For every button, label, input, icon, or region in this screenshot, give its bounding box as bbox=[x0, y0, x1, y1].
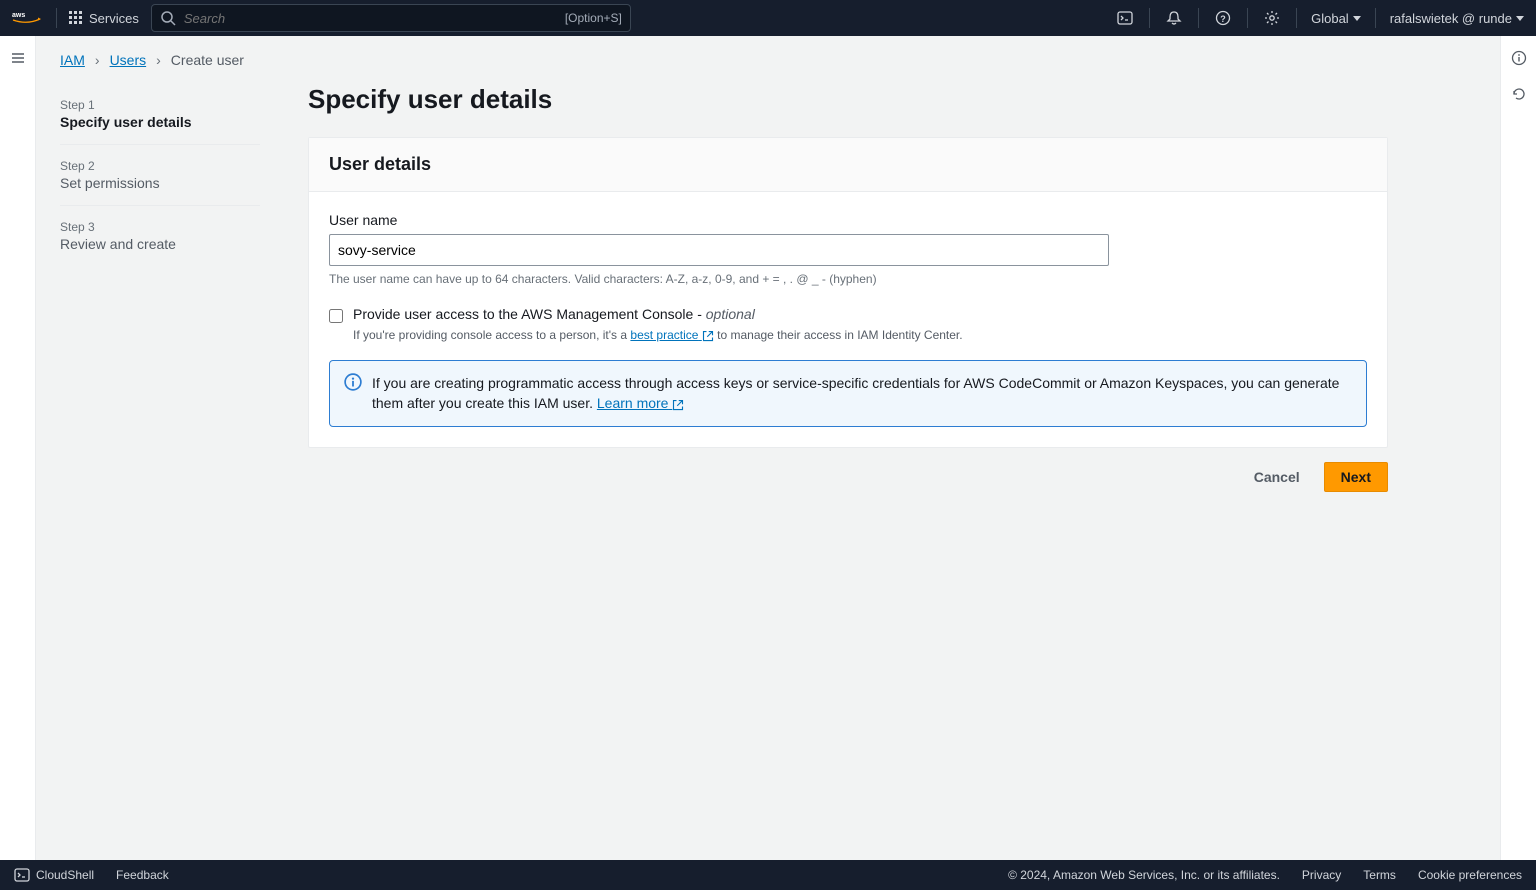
hamburger-icon[interactable] bbox=[8, 48, 28, 68]
svg-text:aws: aws bbox=[12, 12, 25, 19]
external-link-icon bbox=[672, 399, 684, 411]
console-access-label: Provide user access to the AWS Managemen… bbox=[353, 306, 755, 322]
info-text: If you are creating programmatic access … bbox=[372, 373, 1352, 414]
action-row: Cancel Next bbox=[308, 462, 1388, 492]
wizard-steps: Step 1 Specify user details Step 2 Set p… bbox=[60, 84, 260, 492]
privacy-link[interactable]: Privacy bbox=[1302, 868, 1341, 882]
step-label: Step 3 bbox=[60, 220, 260, 234]
step-label: Step 2 bbox=[60, 159, 260, 173]
step-title: Review and create bbox=[60, 236, 260, 252]
cloudshell-label: CloudShell bbox=[36, 868, 94, 882]
wizard-step-3[interactable]: Step 3 Review and create bbox=[60, 206, 260, 266]
svg-text:?: ? bbox=[1220, 14, 1226, 24]
step-label: Step 1 bbox=[60, 98, 260, 112]
divider bbox=[1198, 8, 1199, 28]
page: Specify user details User details User n… bbox=[308, 84, 1388, 492]
username-hint: The user name can have up to 64 characte… bbox=[329, 272, 1367, 286]
external-link-icon bbox=[702, 330, 714, 342]
account-label: rafalswietek @ runde bbox=[1390, 11, 1512, 26]
step-title: Set permissions bbox=[60, 175, 260, 191]
best-practice-link[interactable]: best practice bbox=[630, 328, 713, 342]
step-title: Specify user details bbox=[60, 114, 260, 130]
cloudshell-icon bbox=[14, 867, 30, 883]
cookie-prefs-link[interactable]: Cookie preferences bbox=[1418, 868, 1522, 882]
divider bbox=[1247, 8, 1248, 28]
refresh-icon[interactable] bbox=[1509, 84, 1529, 104]
top-navigation: aws Services [Option+S] ? Global rafalsw… bbox=[0, 0, 1536, 36]
cloudshell-icon[interactable] bbox=[1115, 8, 1135, 28]
services-menu-button[interactable]: Services bbox=[69, 11, 139, 26]
help-icon[interactable]: ? bbox=[1213, 8, 1233, 28]
caret-down-icon bbox=[1516, 16, 1524, 21]
breadcrumb: IAM › Users › Create user bbox=[60, 52, 1476, 68]
main-content: IAM › Users › Create user Step 1 Specify… bbox=[36, 36, 1500, 860]
user-details-panel: User details User name The user name can… bbox=[308, 137, 1388, 448]
services-label: Services bbox=[89, 11, 139, 26]
info-text-prefix: If you are creating programmatic access … bbox=[372, 375, 1339, 411]
hint-suffix: to manage their access in IAM Identity C… bbox=[714, 328, 963, 342]
info-box: If you are creating programmatic access … bbox=[329, 360, 1367, 427]
region-selector[interactable]: Global bbox=[1311, 11, 1361, 26]
breadcrumb-parent[interactable]: Users bbox=[110, 52, 147, 68]
settings-icon[interactable] bbox=[1262, 8, 1282, 28]
console-access-checkbox[interactable] bbox=[329, 309, 343, 323]
feedback-link[interactable]: Feedback bbox=[116, 868, 169, 882]
breadcrumb-root[interactable]: IAM bbox=[60, 52, 85, 68]
hint-prefix: If you're providing console access to a … bbox=[353, 328, 630, 342]
right-rail bbox=[1500, 36, 1536, 860]
username-label: User name bbox=[329, 212, 1367, 228]
panel-body: User name The user name can have up to 6… bbox=[309, 192, 1387, 447]
aws-logo[interactable]: aws bbox=[12, 9, 44, 27]
panel-title: User details bbox=[329, 154, 1367, 175]
footer-right: © 2024, Amazon Web Services, Inc. or its… bbox=[1008, 868, 1522, 882]
divider bbox=[1149, 8, 1150, 28]
wizard-step-2[interactable]: Step 2 Set permissions bbox=[60, 145, 260, 206]
info-panel-icon[interactable] bbox=[1509, 48, 1529, 68]
page-title: Specify user details bbox=[308, 84, 1388, 115]
username-input[interactable] bbox=[329, 234, 1109, 266]
console-access-row: Provide user access to the AWS Managemen… bbox=[329, 306, 1367, 342]
link-text: Learn more bbox=[597, 395, 669, 411]
chevron-right-icon: › bbox=[95, 52, 100, 68]
next-button[interactable]: Next bbox=[1324, 462, 1388, 492]
link-text: best practice bbox=[630, 328, 698, 342]
search-icon bbox=[160, 10, 176, 26]
search-input[interactable] bbox=[184, 11, 557, 26]
left-rail bbox=[0, 36, 36, 860]
search-shortcut: [Option+S] bbox=[565, 11, 622, 25]
learn-more-link[interactable]: Learn more bbox=[597, 395, 684, 411]
terms-link[interactable]: Terms bbox=[1363, 868, 1396, 882]
divider bbox=[1375, 8, 1376, 28]
divider bbox=[1296, 8, 1297, 28]
breadcrumb-current: Create user bbox=[171, 52, 244, 68]
console-access-label-text: Provide user access to the AWS Managemen… bbox=[353, 306, 706, 322]
grid-icon bbox=[69, 11, 83, 25]
wizard-step-1[interactable]: Step 1 Specify user details bbox=[60, 84, 260, 145]
region-label: Global bbox=[1311, 11, 1349, 26]
search-bar[interactable]: [Option+S] bbox=[151, 4, 631, 32]
account-menu[interactable]: rafalswietek @ runde bbox=[1390, 11, 1524, 26]
topnav-right: ? Global rafalswietek @ runde bbox=[1115, 8, 1524, 28]
info-icon bbox=[344, 373, 362, 414]
console-access-hint: If you're providing console access to a … bbox=[353, 328, 963, 342]
divider bbox=[56, 8, 57, 28]
optional-text: optional bbox=[706, 306, 755, 322]
cancel-button[interactable]: Cancel bbox=[1238, 462, 1316, 492]
content-row: Step 1 Specify user details Step 2 Set p… bbox=[60, 84, 1476, 492]
cloudshell-button[interactable]: CloudShell bbox=[14, 867, 94, 883]
chevron-right-icon: › bbox=[156, 52, 161, 68]
panel-header: User details bbox=[309, 138, 1387, 192]
footer-bar: CloudShell Feedback © 2024, Amazon Web S… bbox=[0, 860, 1536, 890]
notifications-icon[interactable] bbox=[1164, 8, 1184, 28]
main-layout: IAM › Users › Create user Step 1 Specify… bbox=[0, 36, 1536, 860]
caret-down-icon bbox=[1353, 16, 1361, 21]
copyright: © 2024, Amazon Web Services, Inc. or its… bbox=[1008, 868, 1280, 882]
